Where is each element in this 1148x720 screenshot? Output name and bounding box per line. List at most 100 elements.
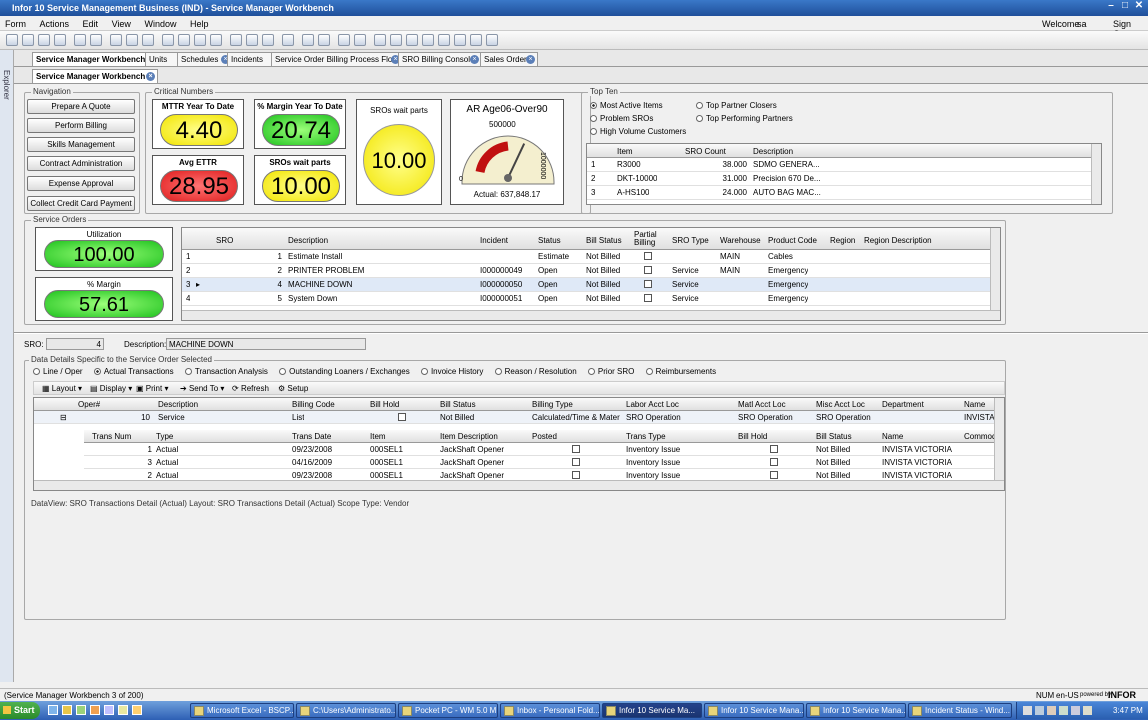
menu-help[interactable]: Help <box>185 16 215 29</box>
taskbar-infor-2[interactable]: Infor 10 Service Mana... <box>704 703 804 718</box>
print-menu[interactable]: ▣ Print ▾ <box>136 384 168 393</box>
close-tab-icon[interactable]: × <box>470 55 479 64</box>
splitter[interactable] <box>14 332 1148 334</box>
paste-icon[interactable] <box>354 34 366 46</box>
radio-invoice-history[interactable]: Invoice History <box>420 367 483 376</box>
collapse-icon[interactable]: ⊟ <box>60 413 67 422</box>
radio-actual-transactions[interactable]: Actual Transactions <box>93 367 174 376</box>
tray-icon[interactable] <box>1035 706 1044 715</box>
filter-icon[interactable] <box>110 34 122 46</box>
menu-edit[interactable]: Edit <box>78 16 105 29</box>
taskbar-incident-status[interactable]: Incident Status - Wind... <box>908 703 1012 718</box>
column-header[interactable]: Bill Status <box>816 432 852 441</box>
radio-button[interactable] <box>645 368 653 375</box>
column-header[interactable]: Bill Status <box>440 400 476 409</box>
maximize-button[interactable]: □ <box>1118 0 1132 14</box>
column-header[interactable]: Name <box>964 400 985 409</box>
description-field[interactable]: MACHINE DOWN <box>166 338 366 350</box>
window-icon[interactable] <box>486 34 498 46</box>
contract-administration-button[interactable]: Contract Administration <box>27 156 135 171</box>
sro-field[interactable]: 4 <box>46 338 104 350</box>
bookmark-icon[interactable] <box>438 34 450 46</box>
edit-icon[interactable] <box>454 34 466 46</box>
filter-in-place-icon[interactable] <box>126 34 138 46</box>
column-header[interactable]: SRO <box>216 236 233 245</box>
collect-credit-card-button[interactable]: Collect Credit Card Payment <box>27 196 135 211</box>
first-record-icon[interactable] <box>162 34 174 46</box>
column-header[interactable]: Type <box>156 432 173 441</box>
setup-button[interactable]: ⚙ Setup <box>278 384 308 393</box>
taskbar-explorer[interactable]: C:\Users\Administrato... <box>296 703 396 718</box>
radio-button[interactable] <box>494 368 502 375</box>
trans-row[interactable]: 3 Actual 04/16/2009 000SEL1 JackShaft Op… <box>84 456 1004 469</box>
quick-launch-icon[interactable] <box>118 705 128 715</box>
search-icon[interactable] <box>142 34 154 46</box>
tab-schedules[interactable]: Schedules × <box>177 52 233 66</box>
column-header[interactable]: Trans Date <box>292 432 331 441</box>
radio-button[interactable] <box>587 368 595 375</box>
radio-button[interactable] <box>33 368 40 375</box>
tab-sales-orders[interactable]: Sales Orders × <box>480 52 538 66</box>
bill-hold-checkbox[interactable] <box>398 413 406 421</box>
partial-billing-checkbox[interactable] <box>644 280 652 288</box>
oper-row[interactable]: ⊟ 10 Service List Not Billed Calculated/… <box>34 411 1004 424</box>
table-row[interactable]: 2 2 PRINTER PROBLEM I000000049 Open Not … <box>182 264 1000 278</box>
taskbar-infor-active[interactable]: Infor 10 Service Ma... <box>602 703 702 718</box>
explorer-icon[interactable] <box>62 705 72 715</box>
tray-icon[interactable] <box>1047 706 1056 715</box>
display-menu[interactable]: ▤ Display ▾ <box>90 384 132 393</box>
prev-record-icon[interactable] <box>178 34 190 46</box>
column-header[interactable]: Trans Type <box>626 432 666 441</box>
open-icon[interactable] <box>6 34 18 46</box>
column-header[interactable]: Item <box>370 432 386 441</box>
list-view-icon[interactable] <box>262 34 274 46</box>
column-header[interactable]: Region Description <box>864 236 932 245</box>
radio-button[interactable] <box>590 102 597 109</box>
new-icon[interactable] <box>38 34 50 46</box>
table-row[interactable]: 1 R3000 38.000 SDMO GENERA... <box>587 158 1101 172</box>
column-header[interactable]: SRO Count <box>685 147 726 156</box>
column-header[interactable]: Warehouse <box>720 236 761 245</box>
column-header[interactable]: Incident <box>480 236 508 245</box>
explorer-strip[interactable]: Explorer <box>0 50 14 682</box>
radio-button[interactable] <box>696 115 703 122</box>
top-ten-option-partner-closers[interactable]: Top Partner Closers <box>696 101 777 110</box>
menu-window[interactable]: Window <box>139 16 182 29</box>
preview-icon[interactable] <box>318 34 330 46</box>
radio-line-oper[interactable]: Line / Oper <box>33 367 83 376</box>
partial-billing-checkbox[interactable] <box>644 252 652 260</box>
refresh-button[interactable]: ⟳ Refresh <box>232 384 269 393</box>
column-header[interactable]: Partial Billing <box>634 231 664 247</box>
bill-hold-checkbox[interactable] <box>770 458 778 466</box>
quick-launch-icon[interactable] <box>132 705 142 715</box>
radio-reason-resolution[interactable]: Reason / Resolution <box>494 367 577 376</box>
bill-hold-checkbox[interactable] <box>770 471 778 479</box>
service-orders-hscroll[interactable] <box>182 310 1000 320</box>
column-header[interactable]: Description <box>288 236 328 245</box>
column-header[interactable]: Matl Acct Loc <box>738 400 786 409</box>
notes-icon[interactable] <box>282 34 294 46</box>
radio-outstanding-loaners[interactable]: Outstanding Loaners / Exchanges <box>279 367 410 376</box>
column-header[interactable]: Bill Hold <box>370 400 399 409</box>
column-header[interactable]: Trans Num <box>92 432 131 441</box>
table-row[interactable]: 1 1 Estimate Install Estimate Not Billed… <box>182 250 1000 264</box>
tray-icon[interactable] <box>1071 706 1080 715</box>
send-to-menu[interactable]: ➔ Send To ▾ <box>180 384 224 393</box>
radio-button[interactable] <box>184 368 192 375</box>
radio-button[interactable] <box>420 368 428 375</box>
delete-icon[interactable] <box>54 34 66 46</box>
quick-launch-icon[interactable] <box>90 705 100 715</box>
posted-checkbox[interactable] <box>572 445 580 453</box>
calendar-icon[interactable] <box>390 34 402 46</box>
layout-menu[interactable]: ▦ Layout ▾ <box>42 384 82 393</box>
taskbar-infor-3[interactable]: Infor 10 Service Mana... <box>806 703 906 718</box>
expense-approval-button[interactable]: Expense Approval <box>27 176 135 191</box>
column-header[interactable]: Posted <box>532 432 557 441</box>
radio-button[interactable] <box>279 368 287 375</box>
menu-view[interactable]: View <box>107 16 137 29</box>
table-row[interactable]: 3 A-HS100 24.000 AUTO BAG MAC... <box>587 186 1101 200</box>
menu-actions[interactable]: Actions <box>35 16 76 29</box>
folder-icon[interactable] <box>422 34 434 46</box>
top-ten-option-problem-sros[interactable]: Problem SROs <box>590 114 653 123</box>
column-header[interactable]: Oper# <box>78 400 100 409</box>
